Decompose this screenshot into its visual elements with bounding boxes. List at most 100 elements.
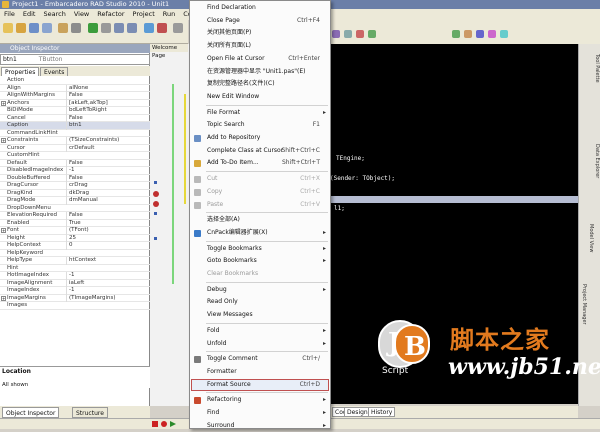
toolbar-icon[interactable] [332, 30, 340, 38]
stop-icon[interactable] [152, 421, 158, 427]
dock-tab-model-view[interactable]: Model View [588, 224, 594, 252]
context-menu-item[interactable]: New Edit Window [191, 91, 329, 103]
context-menu-item[interactable]: Goto Bookmarks ▸ [191, 255, 329, 267]
tab-events[interactable]: Events [40, 67, 69, 76]
context-menu-item[interactable]: Toggle Comment Ctrl+/ [191, 353, 329, 365]
property-row[interactable]: DragCursor crDrag [0, 182, 150, 190]
property-row[interactable]: + Anchors [akLeft,akTop] [0, 99, 150, 107]
menu-search[interactable]: Search [39, 9, 69, 20]
property-value[interactable]: (TImageMargins) [66, 294, 146, 302]
options-icon[interactable] [173, 23, 183, 33]
context-menu-item[interactable]: Add to Repository [191, 132, 329, 144]
context-menu-item[interactable]: Unfold ▸ [191, 338, 329, 350]
property-row[interactable]: CommandLinkHint [0, 130, 150, 137]
menu-file[interactable]: File [0, 9, 19, 20]
property-value[interactable]: iaLeft [66, 279, 146, 287]
property-row[interactable]: HelpKeyword [0, 250, 150, 257]
property-row[interactable]: ImageAlignment iaLeft [0, 279, 150, 287]
property-value[interactable]: 25 [66, 234, 146, 242]
context-menu-item[interactable]: Cut Ctrl+X [191, 173, 329, 185]
property-row[interactable]: Enabled True [0, 219, 150, 227]
pause-icon[interactable] [101, 23, 111, 33]
toolbar-icon[interactable] [344, 30, 352, 38]
context-menu-item[interactable]: Refactoring ▸ [191, 394, 329, 406]
tab-structure[interactable]: Structure [72, 407, 108, 418]
property-row[interactable]: Action [0, 77, 150, 85]
property-value[interactable]: -1 [66, 287, 146, 295]
tab-properties[interactable]: Properties [1, 67, 40, 76]
save-icon[interactable] [29, 23, 39, 33]
toolbar-icon[interactable] [356, 30, 364, 38]
record-icon[interactable] [161, 421, 167, 427]
menu-run[interactable]: Run [159, 9, 179, 20]
context-menu-item[interactable]: Format Source Ctrl+D [191, 378, 329, 391]
context-menu-item[interactable]: File Format ▸ [191, 107, 329, 119]
property-value[interactable]: True [66, 219, 146, 227]
dock-tab-tool-palette[interactable]: Tool Palette [594, 54, 600, 83]
open-icon[interactable] [16, 23, 26, 33]
save-all-icon[interactable] [42, 23, 52, 33]
context-menu-item[interactable]: Copy Ctrl+C [191, 186, 329, 198]
toolbar-icon[interactable] [488, 30, 496, 38]
property-value[interactable]: alNone [66, 84, 146, 92]
context-menu-item[interactable]: Debug ▸ [191, 284, 329, 296]
context-menu-item[interactable]: 在资源管理器中显示 "Unit1.pas"(E) [191, 66, 329, 78]
context-menu-item[interactable]: View Messages [191, 309, 329, 321]
open-project-icon[interactable] [58, 23, 68, 33]
property-row[interactable]: + ImageMargins (TImageMargins) [0, 294, 150, 302]
add-file-icon[interactable] [144, 23, 154, 33]
context-menu-item[interactable]: 关闭所有页面(L) [191, 40, 329, 52]
property-row[interactable]: CustomHint [0, 152, 150, 160]
property-row[interactable]: Images [0, 302, 150, 310]
property-value[interactable]: (TFont) [66, 227, 146, 235]
dock-tab-data-explorer[interactable]: Data Explorer [594, 144, 600, 178]
tab-object-inspector[interactable]: Object Inspector [2, 407, 60, 418]
property-value[interactable]: False [66, 92, 146, 100]
context-menu-item[interactable]: Read Only [191, 296, 329, 308]
property-row[interactable]: ElevationRequired False [0, 212, 150, 220]
property-row[interactable]: AlignWithMargins False [0, 92, 150, 100]
property-row[interactable]: DragMode dmManual [0, 197, 150, 205]
toolbar-icon[interactable] [452, 30, 460, 38]
expand-icon[interactable]: + [1, 100, 6, 106]
property-value[interactable]: -1 [66, 167, 146, 175]
toolbar-icon[interactable] [368, 30, 376, 38]
context-menu-item[interactable]: 复制完整路径名(文件)(C) [191, 78, 329, 90]
property-row[interactable]: Default False [0, 159, 150, 167]
dock-tab-project-manager[interactable]: Project Manager [581, 284, 587, 325]
property-value[interactable]: bdLeftToRight [66, 107, 146, 115]
property-value[interactable]: crDefault [66, 144, 146, 152]
property-value[interactable]: htContext [66, 257, 146, 265]
toolbar-icon[interactable] [500, 30, 508, 38]
breakpoint-icon[interactable] [153, 201, 159, 207]
breakpoint-icon[interactable] [153, 191, 159, 197]
property-value[interactable]: False [66, 174, 146, 182]
context-menu-item[interactable]: Add To-Do Item... Shift+Ctrl+T [191, 157, 329, 169]
property-row[interactable]: Caption btn1 [0, 122, 150, 130]
menu-project[interactable]: Project [129, 9, 159, 20]
tab-history[interactable]: History [368, 407, 396, 417]
editor-tab[interactable]: Welcome Page [150, 44, 188, 59]
menu-view[interactable]: View [70, 9, 93, 20]
context-menu-item[interactable]: Fold ▸ [191, 325, 329, 337]
menu-edit[interactable]: Edit [19, 9, 40, 20]
close-icon[interactable] [71, 23, 81, 33]
property-value[interactable]: 0 [66, 242, 146, 250]
play-icon[interactable] [170, 421, 176, 427]
property-value[interactable]: (TSizeConstraints) [66, 137, 146, 145]
property-value[interactable]: False [66, 212, 146, 220]
remove-file-icon[interactable] [157, 23, 167, 33]
context-menu-item[interactable]: Surround ▸ [191, 420, 329, 432]
property-row[interactable]: DragKind dkDrag [0, 189, 150, 197]
property-row[interactable]: Cursor crDefault [0, 144, 150, 152]
property-row[interactable]: DropDownMenu [0, 205, 150, 212]
context-menu-item[interactable]: Close Page Ctrl+F4 [191, 15, 329, 27]
expand-icon[interactable]: + [1, 228, 6, 233]
context-menu-item[interactable]: 选择全部(A) [191, 214, 329, 226]
property-value[interactable]: False [66, 114, 146, 122]
property-value[interactable]: crDrag [66, 182, 146, 190]
property-row[interactable]: DisabledImageIndex -1 [0, 167, 150, 175]
context-menu-item[interactable]: Formatter [191, 366, 329, 378]
context-menu-item[interactable]: Complete Class at Cursor Shift+Ctrl+C [191, 145, 329, 157]
context-menu-item[interactable]: Find Declaration [191, 2, 329, 14]
